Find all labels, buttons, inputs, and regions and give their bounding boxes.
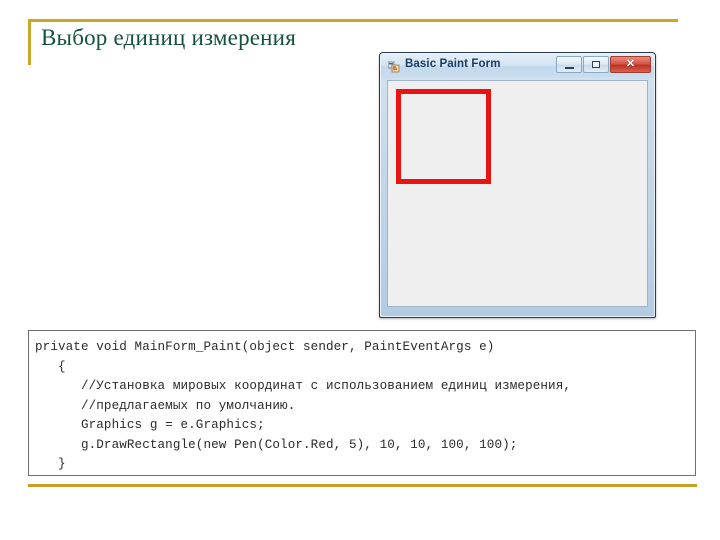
minimize-icon xyxy=(564,66,574,69)
drawn-red-rectangle xyxy=(396,89,491,184)
maximize-icon xyxy=(592,61,600,68)
page-title: Выбор единиц измерения xyxy=(41,25,296,50)
title-rule-left xyxy=(28,19,31,65)
window-title-label: Basic Paint Form xyxy=(405,58,501,70)
paint-canvas[interactable] xyxy=(387,80,648,307)
title-rule-top xyxy=(28,19,678,22)
window-frame-inner: Basic Paint Form ✕ xyxy=(380,53,655,317)
close-icon: ✕ xyxy=(625,58,636,70)
window-controls: ✕ xyxy=(556,56,651,73)
winforms-app-icon xyxy=(387,60,400,73)
windows-form-window: Basic Paint Form ✕ xyxy=(379,52,656,318)
minimize-button[interactable] xyxy=(556,56,582,73)
footer-rule xyxy=(28,484,697,487)
window-titlebar: Basic Paint Form ✕ xyxy=(381,54,654,78)
close-button[interactable]: ✕ xyxy=(610,56,651,73)
maximize-button[interactable] xyxy=(583,56,609,73)
code-listing: private void MainForm_Paint(object sende… xyxy=(28,330,696,476)
slide-canvas: Выбор единиц измерения Basic Paint Form xyxy=(0,0,720,540)
code-text: private void MainForm_Paint(object sende… xyxy=(35,340,572,471)
